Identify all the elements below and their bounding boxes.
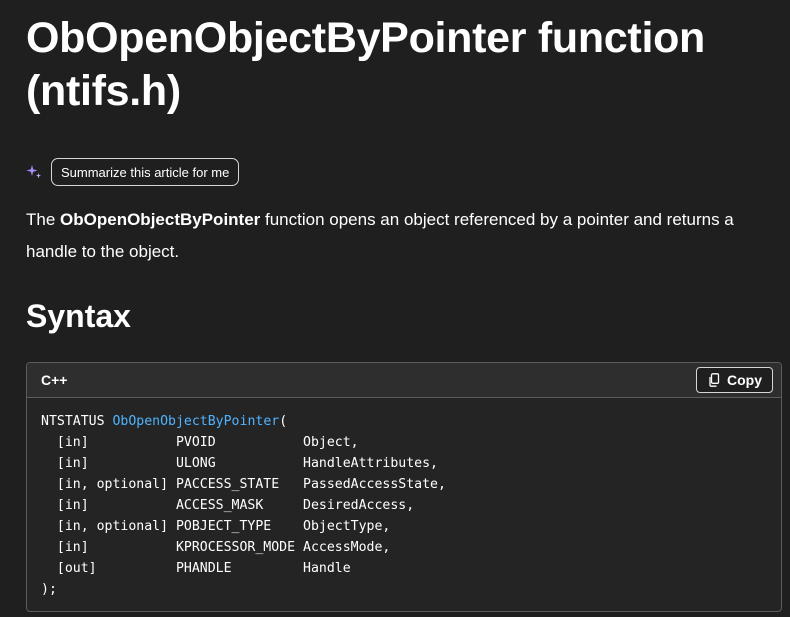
description-function-name: ObOpenObjectByPointer bbox=[60, 210, 261, 229]
article-description: The ObOpenObjectByPointer function opens… bbox=[26, 204, 766, 268]
code-language-label: C++ bbox=[41, 372, 68, 388]
code-block-header: C++ Copy bbox=[27, 363, 781, 398]
code-line-signature: NTSTATUS ObOpenObjectByPointer( bbox=[41, 411, 767, 432]
code-line-param: [in] ULONG HandleAttributes, bbox=[41, 456, 438, 471]
sparkle-icon bbox=[26, 164, 42, 180]
code-open-paren: ( bbox=[279, 414, 288, 429]
article-content: ObOpenObjectByPointer function (ntifs.h)… bbox=[26, 0, 782, 612]
code-line-param: [in, optional] POBJECT_TYPE ObjectType, bbox=[41, 519, 391, 534]
code-function-name: ObOpenObjectByPointer bbox=[112, 414, 280, 429]
code-line-close: ); bbox=[41, 582, 57, 597]
code-line-param: [in] ACCESS_MASK DesiredAccess, bbox=[41, 498, 415, 513]
page-title: ObOpenObjectByPointer function (ntifs.h) bbox=[26, 14, 706, 115]
syntax-heading: Syntax bbox=[26, 298, 131, 334]
code-return-type: NTSTATUS bbox=[41, 414, 113, 429]
copy-button-label: Copy bbox=[727, 372, 762, 388]
description-prefix: The bbox=[26, 210, 61, 229]
code-line-param: [in, optional] PACCESS_STATE PassedAcces… bbox=[41, 477, 446, 492]
summarize-article-button[interactable]: Summarize this article for me bbox=[51, 158, 240, 186]
code-line-param: [out] PHANDLE Handle bbox=[41, 561, 351, 576]
copy-button[interactable]: Copy bbox=[696, 367, 773, 393]
code-line-param: [in] KPROCESSOR_MODE AccessMode, bbox=[41, 540, 391, 555]
summarize-row: Summarize this article for me bbox=[26, 158, 782, 186]
code-line-param: [in] PVOID Object, bbox=[41, 435, 359, 450]
code-block: C++ Copy NTSTATUS ObOpenObjectByPointer(… bbox=[26, 362, 782, 612]
copy-icon bbox=[709, 373, 721, 387]
code-body: NTSTATUS ObOpenObjectByPointer( [in] PVO… bbox=[27, 398, 781, 600]
